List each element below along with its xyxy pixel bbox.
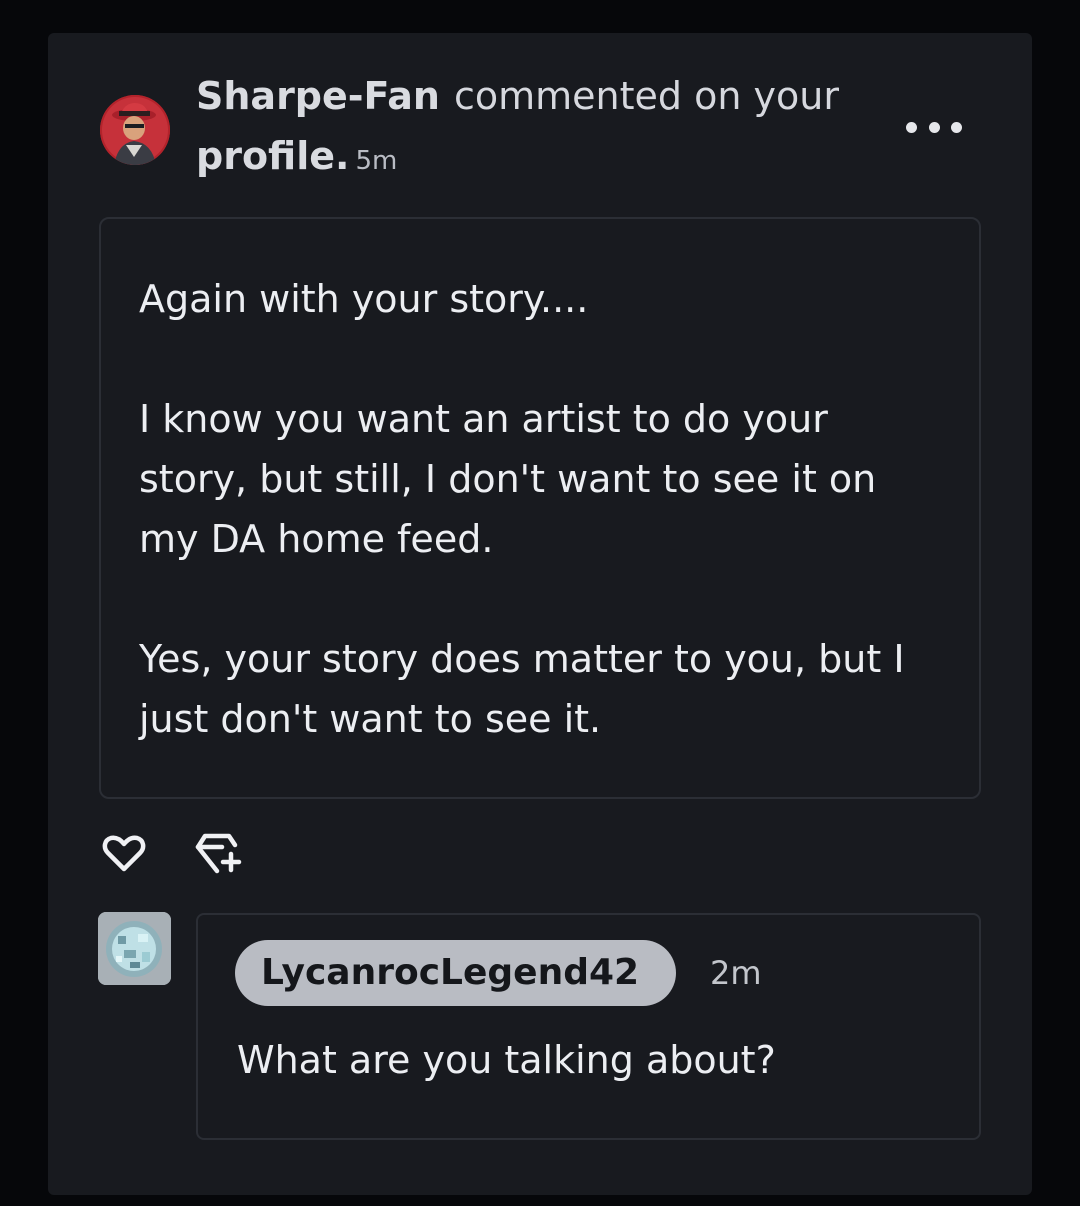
notification-action: commented on your (453, 74, 839, 118)
comment-paragraph: Again with your story.... (139, 277, 589, 321)
comment-paragraph: Yes, your story does matter to you, but … (139, 637, 905, 741)
reply-username-badge[interactable]: LycanrocLegend42 (235, 940, 677, 1006)
more-horizontal-icon (928, 121, 940, 133)
comment-paragraph: I know you want an artist to do your sto… (139, 397, 877, 561)
reply-time: 2m (710, 954, 762, 992)
more-horizontal-icon (906, 121, 917, 133)
commenter-username[interactable]: Sharpe-Fan (196, 74, 440, 118)
avatar-image (100, 95, 170, 165)
paragraph-spacer (139, 569, 941, 629)
reply-avatar[interactable] (98, 912, 171, 985)
more-horizontal-icon (951, 121, 962, 133)
reply-card: LycanrocLegend42 2m What are you talking… (196, 913, 981, 1140)
paragraph-spacer (139, 329, 941, 389)
more-options-button[interactable] (898, 110, 970, 144)
reply-text: What are you talking about? (237, 1038, 776, 1082)
gem-plus-icon (195, 833, 242, 874)
comment-body: Again with your story.... I know you wan… (99, 217, 981, 799)
favourite-button[interactable] (192, 827, 244, 877)
user-avatar[interactable] (100, 95, 170, 165)
profile-link[interactable]: profile. (196, 134, 349, 178)
like-button[interactable] (100, 829, 148, 877)
heart-icon (102, 835, 146, 872)
notification-headline: Sharpe-Fan commented on your profile. 5m (196, 66, 876, 191)
pixel-avatar-image (98, 912, 171, 985)
notification-time: 5m (355, 146, 398, 176)
